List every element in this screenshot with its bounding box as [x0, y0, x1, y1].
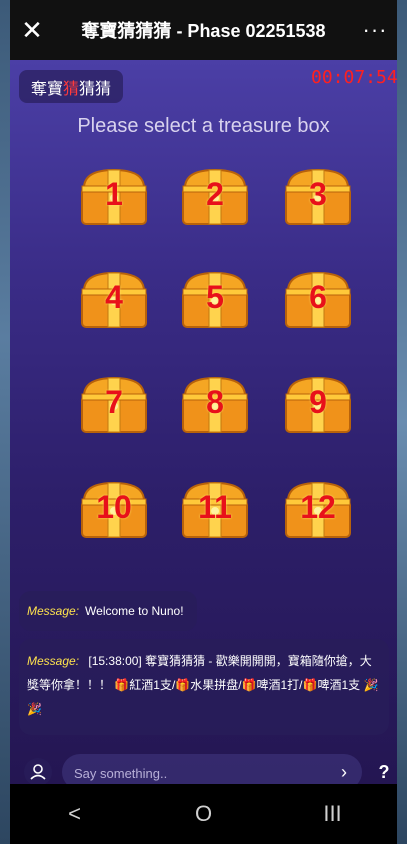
countdown-timer: 00:07:54: [311, 67, 397, 88]
treasure-box[interactable]: 8: [177, 372, 253, 438]
back-icon[interactable]: <: [45, 801, 105, 827]
treasure-box-number: 11: [198, 489, 232, 525]
recents-icon[interactable]: III: [303, 801, 363, 827]
treasure-box[interactable]: 9: [280, 372, 356, 438]
treasure-box[interactable]: 3: [280, 164, 356, 230]
help-button[interactable]: ?: [374, 758, 394, 786]
treasure-box[interactable]: 4: [76, 267, 152, 333]
more-icon[interactable]: ···: [353, 17, 397, 43]
select-prompt: Please select a treasure box: [77, 115, 330, 137]
message-label: Message:: [27, 654, 80, 668]
treasure-box-number: 4: [105, 279, 123, 315]
background-left: [0, 0, 10, 844]
game-name-prefix: 奪寶: [30, 80, 63, 98]
page-title: 奪寶猜猜猜 - Phase 02251538: [81, 21, 326, 41]
treasure-box[interactable]: 7: [76, 372, 152, 438]
send-icon[interactable]: ›: [332, 760, 356, 784]
message-label: Message:: [27, 604, 80, 618]
game-name-highlight: 猜: [62, 80, 79, 98]
close-icon[interactable]: ✕: [10, 15, 54, 46]
treasure-box-number: 12: [300, 489, 336, 525]
home-icon[interactable]: O: [174, 801, 234, 827]
game-name-suffix: 猜猜: [79, 80, 112, 98]
phone-screen: ✕ 奪寶猜猜猜 - Phase 02251538 ··· 奪寶猜猜猜 00:07…: [10, 0, 397, 844]
game-area: 奪寶猜猜猜 00:07:54 Please select a treasure …: [10, 60, 397, 792]
treasure-box-number: 2: [206, 176, 224, 212]
message-text: Welcome to Nuno!: [85, 604, 184, 618]
message-welcome: Message: Welcome to Nuno!: [19, 591, 197, 631]
treasure-box[interactable]: 5: [177, 267, 253, 333]
treasure-box-number: 1: [105, 176, 123, 212]
treasure-box[interactable]: 1: [76, 164, 152, 230]
treasure-box[interactable]: 2: [177, 164, 253, 230]
treasure-box-number: 9: [309, 384, 327, 420]
treasure-box-number: 5: [206, 279, 224, 315]
message-text: [15:38:00] 奪寶猜猜猜 - 歡樂開開開，寶箱隨你搶，大獎等你拿！！！ …: [27, 654, 379, 716]
treasure-box-number: 8: [206, 384, 224, 420]
user-icon[interactable]: [24, 758, 52, 786]
title-bar: ✕ 奪寶猜猜猜 - Phase 02251538 ···: [10, 0, 397, 60]
background-right: [397, 0, 407, 844]
treasure-box[interactable]: 10: [76, 477, 152, 543]
treasure-box[interactable]: 12: [280, 477, 356, 543]
treasure-box-number: 10: [96, 489, 132, 525]
treasure-box-number: 7: [105, 384, 123, 420]
treasure-box[interactable]: 6: [280, 267, 356, 333]
treasure-box-number: 3: [309, 176, 327, 212]
treasure-box-number: 6: [309, 279, 327, 315]
treasure-box[interactable]: 11: [177, 477, 253, 543]
android-nav-bar: < O III: [10, 784, 397, 844]
game-name-badge: 奪寶猜猜猜: [19, 70, 123, 103]
message-announcement: Message: [15:38:00] 奪寶猜猜猜 - 歡樂開開開，寶箱隨你搶，…: [19, 639, 389, 735]
